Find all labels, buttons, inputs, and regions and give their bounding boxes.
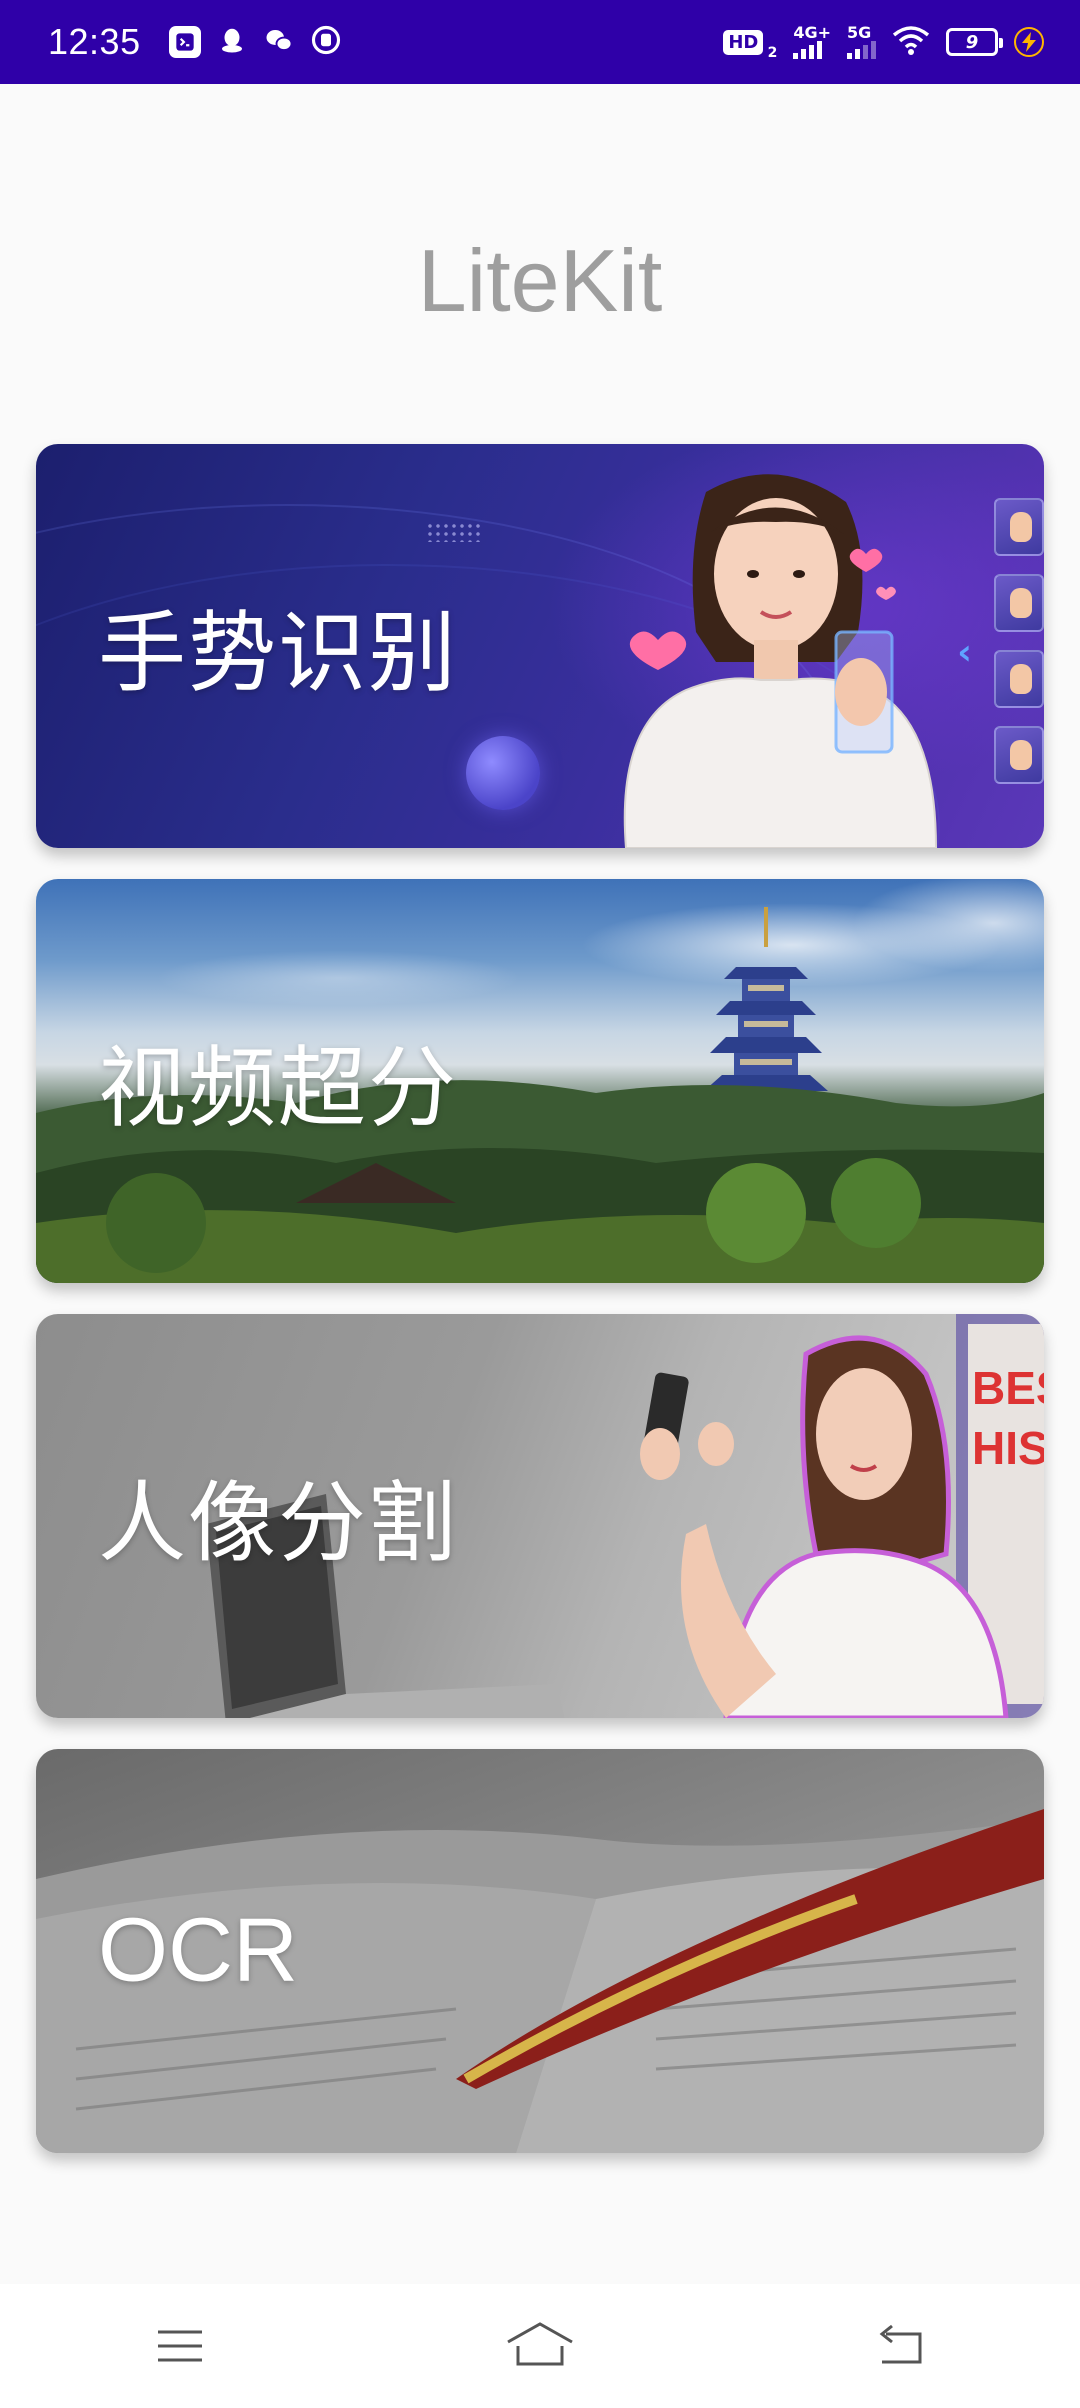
decorative-dots <box>426 522 482 542</box>
system-navigation-bar <box>0 2284 1080 2408</box>
home-button[interactable] <box>500 2306 580 2386</box>
ok-gesture-icon <box>994 574 1044 632</box>
gesture-thumbnails <box>994 498 1044 792</box>
battery-icon: 9 <box>946 28 1003 56</box>
ocr-card[interactable]: OCR <box>36 1749 1044 2153</box>
hd-voice-icon: HD 2 <box>723 29 777 61</box>
wifi-icon <box>892 25 930 59</box>
menu-icon <box>158 2330 202 2362</box>
point-gesture-icon <box>994 726 1044 784</box>
portrait-segmentation-card[interactable]: BEST M HIS CE 人像分割 <box>36 1314 1044 1718</box>
woman-selfie-image: BEST M HIS CE <box>640 1314 1044 1718</box>
card-label: 手势识别 <box>98 601 459 705</box>
signal-bars-icon <box>793 41 823 59</box>
qq-icon <box>217 25 247 59</box>
decorative-orb <box>466 736 540 810</box>
signal-bars-icon <box>847 41 876 59</box>
svg-text:HIS CE: HIS CE <box>972 1422 1044 1474</box>
fist-gesture-icon <box>994 498 1044 556</box>
back-button[interactable] <box>860 2306 940 2386</box>
wechat-icon <box>263 25 295 59</box>
battery-level: 9 <box>965 31 979 53</box>
network-type-label: 5G <box>847 23 872 42</box>
charging-icon <box>1014 27 1044 57</box>
video-super-resolution-card[interactable]: 视频超分 <box>36 879 1044 1283</box>
screenshot-app-icon <box>168 26 201 58</box>
gesture-person-image <box>623 474 938 848</box>
card-label: 人像分割 <box>98 1471 459 1575</box>
svg-text:BEST M: BEST M <box>972 1362 1044 1414</box>
menu-button[interactable] <box>140 2306 220 2386</box>
home-icon <box>507 2322 573 2366</box>
thumb-gesture-icon <box>994 650 1044 708</box>
gesture-recognition-card[interactable]: ‹ 手势识别 <box>36 444 1044 848</box>
app-title: LiteKit <box>417 231 663 330</box>
system-indicators: HD 2 4G+ 5G 9 <box>723 25 1044 61</box>
mobile-signal-1: 4G+ <box>793 25 831 59</box>
card-label: 视频超分 <box>98 1036 459 1140</box>
status-time: 12:35 <box>48 21 141 62</box>
network-type-label: 4G+ <box>793 23 831 42</box>
chevron-left-icon: ‹ <box>957 632 972 673</box>
back-icon <box>879 2324 922 2364</box>
card-label: OCR <box>98 1900 298 2001</box>
hand-app-icon <box>311 25 341 59</box>
status-bar: 12:35 HD 2 4G+ 5G 9 <box>0 0 1080 84</box>
mobile-signal-2: 5G <box>847 25 876 59</box>
notification-icons <box>168 25 341 59</box>
